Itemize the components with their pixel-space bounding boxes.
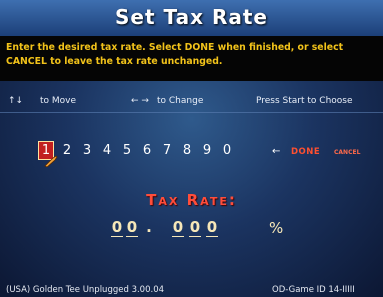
- digit-key[interactable]: 2: [60, 143, 74, 158]
- title-bar: Set Tax Rate: [0, 0, 383, 37]
- tax-rate-digit: 0: [206, 218, 218, 237]
- digit-key[interactable]: 8: [180, 143, 194, 158]
- change-hint: to Change: [157, 96, 204, 106]
- instructions-text: Enter the desired tax rate. Select DONE …: [6, 42, 344, 67]
- digit-key[interactable]: 0: [220, 143, 234, 158]
- tax-rate-digit: 0: [172, 218, 184, 237]
- digit-key[interactable]: 6: [140, 143, 154, 158]
- digit-key[interactable]: 7: [160, 143, 174, 158]
- digit-key[interactable]: 5: [120, 143, 134, 158]
- control-hints: ↑↓ to Move ← → to Change Press Start to …: [0, 96, 383, 110]
- backspace-arrow-icon[interactable]: ←: [272, 146, 280, 157]
- tax-rate-digit: 0: [111, 218, 123, 237]
- digit-key[interactable]: 9: [200, 143, 214, 158]
- up-down-arrows-icon: ↑↓: [8, 96, 24, 106]
- game-id: OD-Game ID 14-IIIII: [272, 285, 355, 295]
- decimal-point: .: [146, 218, 152, 236]
- start-hint: Press Start to Choose: [256, 96, 353, 106]
- percent-sign: %: [269, 219, 284, 237]
- divider: [0, 112, 383, 113]
- footer: (USA) Golden Tee Unplugged 3.00.04 OD-Ga…: [0, 285, 383, 297]
- done-button[interactable]: DONE: [291, 147, 320, 157]
- left-right-arrows-icon: ← →: [131, 96, 149, 106]
- tax-rate-label: Tax Rate:: [146, 191, 237, 209]
- game-version: (USA) Golden Tee Unplugged 3.00.04: [6, 285, 165, 295]
- digit-key[interactable]: 3: [80, 143, 94, 158]
- instructions-panel: Enter the desired tax rate. Select DONE …: [0, 36, 383, 81]
- page-title: Set Tax Rate: [115, 5, 268, 29]
- cancel-button[interactable]: CANCEL: [334, 149, 360, 156]
- tax-rate-digit: 0: [126, 218, 138, 237]
- move-hint: to Move: [40, 96, 77, 106]
- selection-cursor-icon: [44, 155, 58, 167]
- tax-rate-digit: 0: [189, 218, 201, 237]
- digit-key[interactable]: 4: [100, 143, 114, 158]
